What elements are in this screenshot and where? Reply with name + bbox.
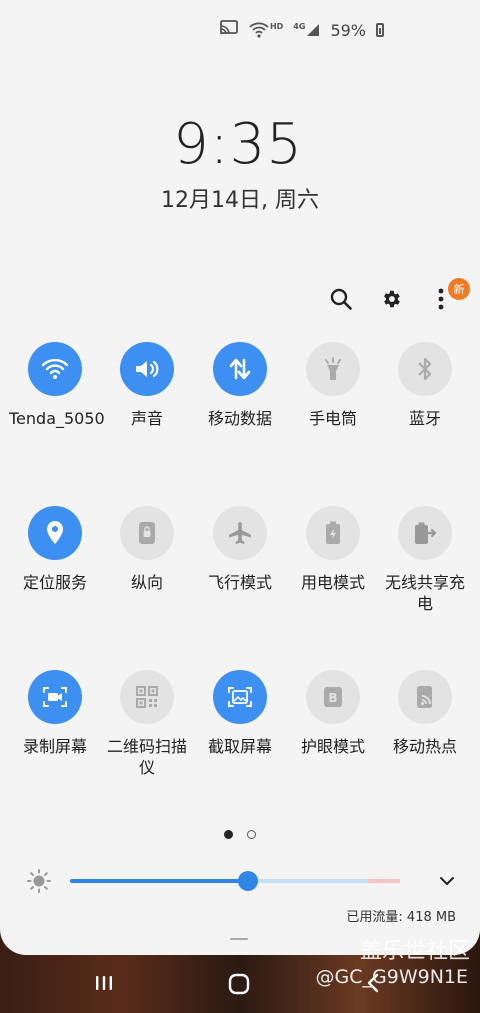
tile-label: Tenda_5050: [9, 409, 105, 428]
hd-label: HD: [269, 22, 284, 31]
page-indicator: [224, 830, 256, 839]
airplane-icon: [213, 506, 267, 560]
tile-label: 护眼模式: [300, 737, 365, 756]
tile-location[interactable]: 定位服务: [7, 506, 103, 593]
top-actions: 新: [328, 278, 470, 314]
tile-label: 移动热点: [392, 737, 457, 756]
brightness-fill: [70, 879, 249, 883]
tile-label: 定位服务: [22, 573, 87, 592]
4g-signal-icon: 4G: [293, 23, 320, 37]
screencast-icon: [219, 20, 239, 40]
tile-mobile-data[interactable]: 移动数据: [192, 342, 288, 429]
home-icon[interactable]: [227, 973, 251, 999]
tile-airplane[interactable]: 飞行模式: [192, 506, 288, 593]
tile-screen-record[interactable]: 录制屏幕: [7, 670, 103, 757]
clock-time[interactable]: 9:35: [0, 112, 476, 177]
tile-label: 移动数据: [207, 409, 272, 428]
tile-label: 飞行模式: [207, 573, 272, 592]
tile-flashlight[interactable]: 手电筒: [285, 342, 381, 429]
page-dot-active[interactable]: [224, 830, 233, 839]
search-icon[interactable]: [328, 284, 354, 314]
tile-portrait[interactable]: 纵向: [99, 506, 195, 593]
tile-power-mode[interactable]: 用电模式: [285, 506, 381, 593]
eye-comfort-icon: B: [306, 670, 360, 724]
qr-scanner-icon: [120, 670, 174, 724]
clock-date: 12月14日, 周六: [161, 188, 319, 213]
battery-percent: 59%: [330, 20, 366, 40]
settings-gear-icon[interactable]: [378, 284, 404, 314]
tile-eye-comfort[interactable]: B 护眼模式: [285, 670, 381, 757]
volume-icon: [120, 342, 174, 396]
new-badge: 新: [448, 278, 470, 300]
wireless-powershare-icon: [398, 506, 452, 560]
tile-label: 手电筒: [308, 409, 357, 428]
tile-qr-scanner[interactable]: 二维码扫描仪: [99, 670, 195, 778]
tile-label: 录制屏幕: [22, 737, 87, 756]
tile-screenshot[interactable]: 截取屏幕: [192, 670, 288, 757]
tile-label: 蓝牙: [408, 409, 441, 428]
tile-bluetooth[interactable]: 蓝牙: [377, 342, 473, 429]
quick-panel: HD 4G 59% 9:35 12月14日, 周六 新 Tenda_5050 声…: [0, 0, 480, 955]
tile-hotspot[interactable]: 移动热点: [377, 670, 473, 757]
flashlight-icon: [306, 342, 360, 396]
brightness-icon: [26, 868, 52, 898]
data-usage-text: 已用流量: 418 MB: [346, 910, 456, 925]
svg-text:B: B: [328, 691, 337, 705]
brightness-thumb[interactable]: [238, 871, 259, 891]
brightness-slider[interactable]: [70, 871, 400, 891]
tile-label: 截取屏幕: [207, 737, 272, 756]
more-options-icon[interactable]: 新: [428, 278, 470, 314]
hotspot-icon: [398, 670, 452, 724]
wifi-hd-icon: HD: [249, 22, 283, 38]
brightness-control: [26, 868, 456, 894]
chevron-down-icon[interactable]: [438, 872, 456, 894]
tile-label: 声音: [130, 409, 163, 428]
page-dot[interactable]: [247, 830, 256, 839]
watermark-user: @GC_G9W9N1E: [315, 966, 468, 988]
portrait-lock-icon: [120, 506, 174, 560]
tile-label: 二维码扫描仪: [106, 737, 187, 777]
tile-sound[interactable]: 声音: [99, 342, 195, 429]
network-label: 4G: [293, 22, 306, 31]
brightness-high-zone: [368, 879, 400, 883]
tile-label: 用电模式: [300, 573, 365, 592]
screen-record-icon: [28, 670, 82, 724]
bluetooth-icon: [398, 342, 452, 396]
power-mode-icon: [306, 506, 360, 560]
recent-apps-icon[interactable]: [94, 973, 114, 997]
panel-handle[interactable]: [230, 938, 248, 940]
navigation-bar: @GC_G9W9N1E: [0, 955, 480, 1013]
tile-wifi[interactable]: Tenda_5050: [7, 342, 105, 429]
status-bar: HD 4G 59%: [219, 18, 384, 42]
tile-label: 纵向: [130, 573, 163, 592]
tile-wireless-powershare[interactable]: 无线共享充电: [377, 506, 473, 614]
battery-icon: [376, 23, 384, 37]
mobile-data-icon: [213, 342, 267, 396]
tile-label: 无线共享充电: [384, 573, 465, 613]
location-icon: [28, 506, 82, 560]
screenshot-icon: [213, 670, 267, 724]
wifi-icon: [28, 342, 82, 396]
